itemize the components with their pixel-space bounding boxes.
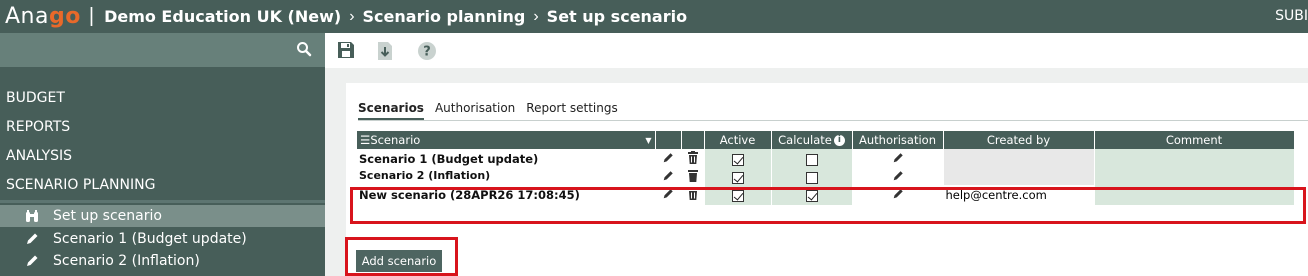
sidebar-item-analysis[interactable]: ANALYSIS [6, 148, 72, 164]
help-icon[interactable]: ? [417, 41, 437, 66]
save-icon[interactable] [337, 41, 355, 64]
breadcrumb-scenario-planning[interactable]: Scenario planning [363, 7, 526, 26]
scenario-panel: Scenarios Authorisation Report settings … [346, 83, 1308, 276]
scenario-name: Scenario 1 (Budget update) [357, 149, 656, 169]
anago-logo[interactable]: Anago [5, 4, 81, 29]
created-by-cell [943, 149, 1095, 169]
export-icon[interactable] [377, 41, 393, 66]
created-by-cell [943, 169, 1095, 185]
submit-menu-label[interactable]: SUBI [1275, 8, 1308, 24]
breadcrumb-chevron: › [533, 7, 539, 25]
pencil-icon [25, 254, 39, 268]
calculate-checkbox[interactable] [771, 149, 853, 169]
pencil-icon[interactable] [852, 149, 944, 169]
tab-underline [358, 120, 1308, 121]
column-header-created-by[interactable]: Created by [943, 131, 1095, 149]
logo-separator: | [88, 5, 95, 27]
column-header-calculate[interactable]: Calculate i [771, 131, 853, 149]
tab-authorisation[interactable]: Authorisation [435, 101, 515, 120]
trash-icon[interactable] [681, 169, 705, 185]
table-row: Scenario 1 (Budget update) [357, 149, 1295, 169]
column-header-authorisation[interactable]: Authorisation [852, 131, 944, 149]
top-bar: Anago | Demo Education UK (New) › Scenar… [0, 0, 1308, 33]
table-row: Scenario 2 (Inflation) [357, 169, 1295, 185]
svg-text:?: ? [423, 45, 431, 60]
breadcrumb-organisation[interactable]: Demo Education UK (New) [104, 7, 341, 26]
dropdown-arrow-icon[interactable]: ▼ [645, 136, 651, 145]
pencil-icon [25, 232, 39, 246]
column-header-scenario[interactable]: ☰Scenario ▼ [357, 131, 656, 149]
breadcrumb-chevron: › [349, 7, 355, 25]
main-area: ? Scenarios Authorisation Report setting… [325, 33, 1308, 276]
highlight-new-scenario-row [350, 187, 1306, 224]
column-header-edit [655, 131, 682, 149]
search-icon[interactable] [296, 41, 312, 61]
sidebar-search-bar[interactable] [0, 33, 325, 67]
sidebar-subitem-label: Scenario 1 (Budget update) [53, 231, 247, 247]
pencil-icon[interactable] [852, 169, 944, 185]
comment-cell[interactable] [1094, 169, 1295, 185]
toolbar: ? [325, 33, 1308, 68]
sidebar-subitem-set-up-scenario[interactable]: Set up scenario [0, 205, 325, 227]
binoculars-icon [25, 209, 39, 223]
trash-icon[interactable] [681, 149, 705, 169]
pencil-icon[interactable] [655, 149, 682, 169]
column-menu-icon[interactable]: ☰ [360, 133, 370, 147]
column-header-delete [681, 131, 705, 149]
sidebar-item-reports[interactable]: REPORTS [6, 119, 70, 135]
sidebar-subitem-label: Scenario 2 (Inflation) [53, 253, 200, 269]
sidebar-item-budget[interactable]: BUDGET [6, 90, 65, 106]
sidebar-item-scenario-planning[interactable]: SCENARIO PLANNING [6, 177, 155, 193]
sidebar-divider [0, 200, 325, 203]
content-area: Scenarios Authorisation Report settings … [325, 68, 1308, 276]
column-header-comment[interactable]: Comment [1094, 131, 1295, 149]
scenario-name: Scenario 2 (Inflation) [357, 169, 656, 185]
breadcrumb-set-up-scenario: Set up scenario [546, 7, 688, 26]
column-header-active[interactable]: Active [704, 131, 772, 149]
sidebar: BUDGET REPORTS ANALYSIS SCENARIO PLANNIN… [0, 33, 325, 276]
calculate-checkbox[interactable] [771, 169, 853, 185]
sidebar-subitem-label: Set up scenario [53, 208, 162, 224]
tab-bar: Scenarios Authorisation Report settings [358, 101, 629, 120]
comment-cell[interactable] [1094, 149, 1295, 169]
sidebar-subitem-scenario-2[interactable]: Scenario 2 (Inflation) [0, 250, 325, 272]
sidebar-subitem-scenario-1[interactable]: Scenario 1 (Budget update) [0, 228, 325, 250]
table-header-row: ☰Scenario ▼ Active Calculate i Authorisat… [357, 131, 1295, 149]
add-scenario-button[interactable]: Add scenario [356, 250, 442, 272]
active-checkbox[interactable] [704, 169, 772, 185]
tab-scenarios[interactable]: Scenarios [358, 101, 424, 120]
tab-report-settings[interactable]: Report settings [526, 101, 617, 120]
pencil-icon[interactable] [655, 169, 682, 185]
active-checkbox[interactable] [704, 149, 772, 169]
info-icon[interactable]: i [833, 135, 845, 146]
